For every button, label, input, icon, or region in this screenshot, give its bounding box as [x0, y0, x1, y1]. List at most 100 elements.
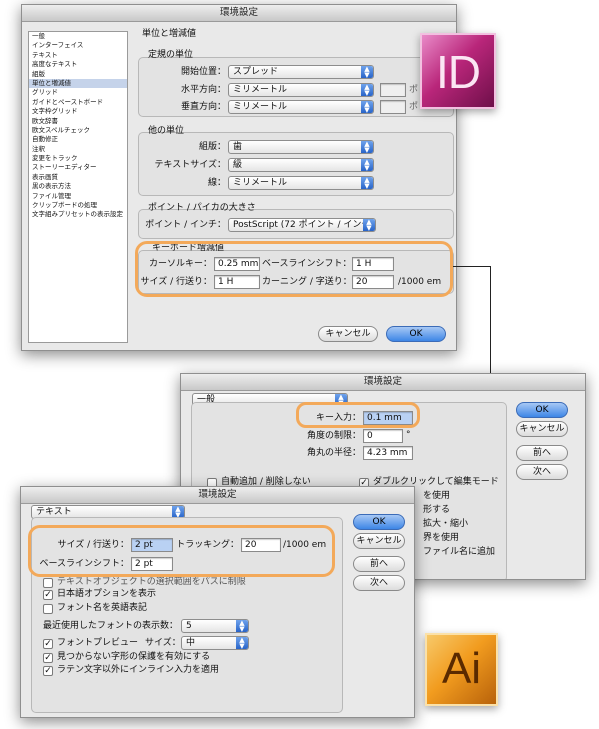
- select-arrows-icon: ▲▼: [361, 84, 373, 96]
- inline-input-label: ラテン文字以外にインライン入力を適用: [57, 665, 220, 675]
- cancel-button[interactable]: キャンセル: [516, 421, 568, 437]
- sidebar-item[interactable]: 欧文辞書: [29, 117, 127, 126]
- keyboard-increments-highlight: [135, 241, 453, 297]
- points-per-inch-label: ポイント / インチ：: [145, 220, 226, 230]
- font-preview-label: フォントプレビュー: [57, 638, 139, 648]
- sidebar-item[interactable]: 黒の表示方法: [29, 182, 127, 191]
- illustrator-logo-text: Ai: [441, 644, 482, 693]
- previous-button[interactable]: 前へ: [516, 445, 568, 461]
- peek-text: 拡大・縮小: [423, 519, 469, 529]
- vertical-side-text: ポ: [409, 102, 419, 112]
- peek-text: を使用: [423, 491, 451, 501]
- peek-text: 界を使用: [423, 533, 460, 543]
- peek-text: ファイル名に追加: [423, 547, 496, 557]
- angle-constraint-field[interactable]: 0: [363, 429, 403, 443]
- restrict-selection-label: テキストオブジェクトの選択範囲をパスに制限: [57, 577, 246, 587]
- sidebar-item[interactable]: 一般: [29, 32, 127, 41]
- sidebar-item[interactable]: グリッド: [29, 88, 127, 97]
- window-title: 環境設定: [181, 374, 585, 391]
- origin-value: スプレッド: [233, 67, 279, 77]
- ruler-units-title: 定規の単位: [148, 50, 194, 60]
- text-size-select[interactable]: 級 ▲ ▼: [228, 158, 374, 172]
- horizontal-units-select[interactable]: ミリメートル ▲ ▼: [228, 83, 374, 97]
- sidebar-item[interactable]: 文字組みプリセットの表示設定: [29, 210, 127, 219]
- indesign-logo: ID: [420, 33, 496, 109]
- stroke-select[interactable]: ミリメートル ▲ ▼: [228, 176, 374, 190]
- sidebar-item[interactable]: テキスト: [29, 51, 127, 60]
- font-preview-checkbox[interactable]: ✓: [43, 639, 53, 649]
- panel-value: テキスト: [36, 507, 72, 517]
- sidebar-item[interactable]: 高度なテキスト: [29, 60, 127, 69]
- vertical-label: 垂直方向：: [180, 102, 226, 112]
- origin-select[interactable]: スプレッド ▲ ▼: [228, 65, 374, 79]
- composition-value: 歯: [233, 142, 243, 152]
- sidebar-item[interactable]: 表示画質: [29, 173, 127, 182]
- window-title: 環境設定: [22, 5, 456, 22]
- sidebar-item[interactable]: インターフェイス: [29, 41, 127, 50]
- text-size-label: テキストサイズ：: [154, 160, 226, 170]
- sidebar-item[interactable]: ストーリーエディター: [29, 163, 127, 172]
- previous-button[interactable]: 前へ: [353, 556, 405, 572]
- stroke-value: ミリメートル: [233, 178, 288, 188]
- horizontal-label: 水平方向：: [180, 85, 226, 95]
- sidebar-item[interactable]: ガイドとペーストボード: [29, 98, 127, 107]
- recent-fonts-select[interactable]: 5 ▲ ▼: [181, 619, 249, 633]
- window-title: 環境設定: [21, 487, 414, 504]
- font-names-english-label: フォント名を英語表記: [57, 603, 148, 613]
- ok-button[interactable]: OK: [353, 514, 405, 530]
- point-pica-title: ポイント / パイカの大きさ: [148, 203, 256, 213]
- section-title: 単位と増減値: [142, 29, 197, 39]
- ok-button[interactable]: OK: [516, 402, 568, 418]
- sidebar-item[interactable]: 単位と増減値: [29, 78, 127, 89]
- degree-unit: °: [406, 430, 411, 440]
- sidebar-item[interactable]: 欧文スペルチェック: [29, 126, 127, 135]
- indesign-preferences-window: 環境設定 一般 インターフェイス テキスト 高度なテキスト 組版 単位と増減値 グリッド ガイ…: [21, 4, 457, 351]
- select-arrows-icon: ▲▼: [361, 101, 373, 113]
- key-input-highlight: [296, 402, 420, 428]
- next-button[interactable]: 次へ: [516, 464, 568, 480]
- select-arrows-icon: ▲▼: [236, 637, 248, 649]
- composition-select[interactable]: 歯 ▲ ▼: [228, 140, 374, 154]
- peek-text: 形する: [423, 505, 451, 515]
- sidebar-item[interactable]: 組版: [29, 70, 127, 79]
- vertical-custom-field: [380, 100, 406, 114]
- horizontal-units-value: ミリメートル: [233, 85, 288, 95]
- corner-radius-field[interactable]: 4.23 mm: [363, 446, 413, 460]
- composition-label: 組版：: [198, 142, 226, 152]
- ok-button[interactable]: OK: [386, 326, 446, 342]
- vertical-units-select[interactable]: ミリメートル ▲ ▼: [228, 100, 374, 114]
- select-arrows-icon: ▲▼: [361, 159, 373, 171]
- preview-size-select[interactable]: 中 ▲ ▼: [181, 636, 249, 650]
- connector-line: [453, 266, 491, 267]
- illustrator-text-window: 環境設定 テキスト ▲ ▼ サイズ / 行送り： 2 pt トラッキング： 20 /…: [20, 486, 415, 718]
- inline-input-checkbox[interactable]: ✓: [43, 666, 53, 676]
- missing-glyph-checkbox[interactable]: ✓: [43, 653, 53, 663]
- sidebar-item[interactable]: クリップボードの処理: [29, 201, 127, 210]
- preferences-category-list[interactable]: 一般 インターフェイス テキスト 高度なテキスト 組版 単位と増減値 グリッド ガイドとペース…: [28, 31, 128, 343]
- preview-size-label: サイズ：: [145, 638, 181, 648]
- cancel-button[interactable]: キャンセル: [353, 533, 405, 549]
- next-button[interactable]: 次へ: [353, 575, 405, 591]
- restrict-selection-checkbox[interactable]: [43, 578, 53, 588]
- sidebar-item[interactable]: ファイル管理: [29, 192, 127, 201]
- japanese-options-label: 日本語オプションを表示: [57, 589, 157, 599]
- horizontal-custom-field: [380, 83, 406, 97]
- angle-constraint-label: 角度の制限：: [306, 431, 361, 441]
- points-per-inch-select[interactable]: PostScript (72 ポイント / インチ) ▲ ▼: [228, 218, 376, 232]
- japanese-options-checkbox[interactable]: ✓: [43, 590, 53, 600]
- sidebar-item[interactable]: 注釈: [29, 145, 127, 154]
- cancel-button[interactable]: キャンセル: [318, 326, 378, 342]
- select-arrows-icon: ▲▼: [361, 141, 373, 153]
- points-per-inch-value: PostScript (72 ポイント / インチ): [233, 220, 374, 230]
- missing-glyph-label: 見つからない字形の保護を有効にする: [57, 652, 211, 662]
- other-units-title: 他の単位: [148, 126, 185, 136]
- vertical-units-value: ミリメートル: [233, 102, 288, 112]
- sidebar-item[interactable]: 文字枠グリッド: [29, 107, 127, 116]
- select-arrows-icon: ▲▼: [363, 219, 375, 231]
- font-names-english-checkbox[interactable]: [43, 604, 53, 614]
- stroke-label: 線：: [207, 178, 226, 188]
- text-increments-highlight: [28, 525, 335, 577]
- sidebar-item[interactable]: 自動修正: [29, 135, 127, 144]
- select-arrows-icon: ▲▼: [361, 177, 373, 189]
- text-size-value: 級: [233, 160, 243, 170]
